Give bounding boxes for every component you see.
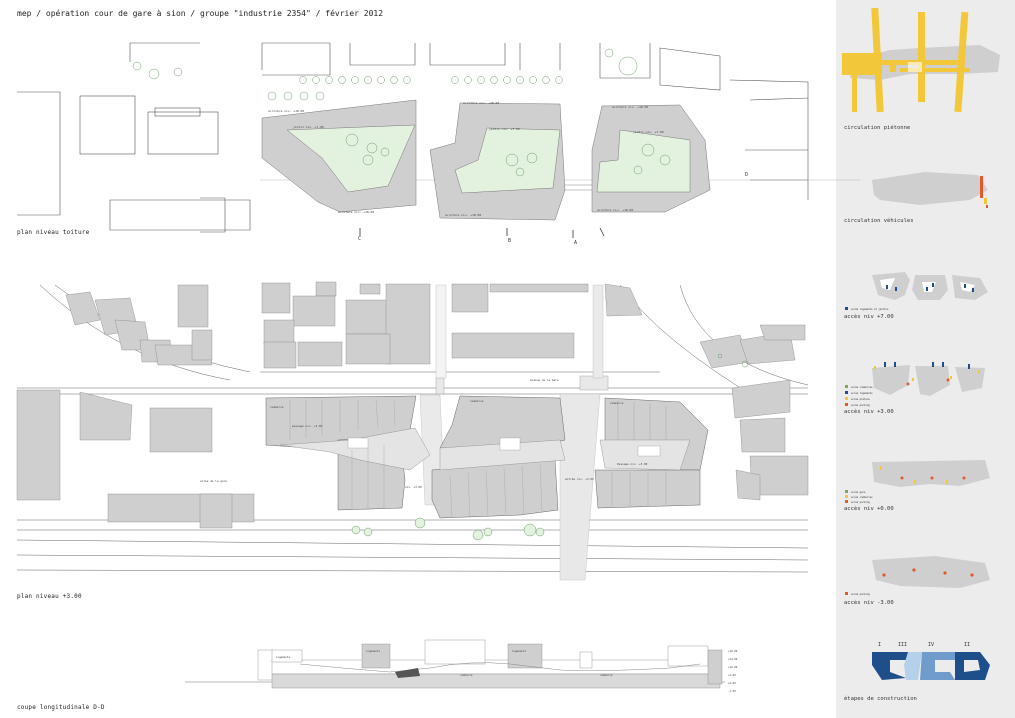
diagram-vehicles [872,172,988,208]
caption-level3-plan: plan niveau +3.00 [17,593,82,600]
svg-text:niv. +3.00: niv. +3.00 [405,485,422,489]
svg-text:acrotère niv. +18.00: acrotère niv. +18.00 [463,101,499,105]
svg-text:accès parking: accès parking [851,593,870,596]
svg-text:+0.00: +0.00 [728,681,736,685]
section-marker-d: D [745,172,748,178]
svg-text:+14.00: +14.00 [728,657,738,661]
caption-pedestrian: circulation piétonne [844,125,911,131]
caption-access-minus3: accès niv -3.00 [844,600,894,606]
svg-text:acrotère niv. +18.00: acrotère niv. +18.00 [445,213,481,217]
svg-text:Passage niv. +3.00: Passage niv. +3.00 [617,462,648,466]
svg-text:passage niv. +3.00: passage niv. +3.00 [292,424,323,428]
svg-text:commerce: commerce [460,674,473,677]
svg-text:acrotère niv. +18.00: acrotère niv. +18.00 [338,210,374,214]
section-dd: +18.00 +14.00 +10.00 +3.00 +0.00 -3.00 logem… [185,639,738,693]
svg-text:+18.00: +18.00 [728,649,738,653]
section-marker-b: B [508,238,511,244]
svg-text:-3.00: -3.00 [728,689,736,693]
stage-label-i: I [878,642,881,648]
section-marker-a: A [574,240,577,246]
site-plans-drawing: acrotère niv. +18.00 jardin niv. +7.00 a… [16,7,1000,693]
svg-text:commerce: commerce [270,405,284,409]
svg-text:accès parking: accès parking [851,501,870,504]
svg-text:Avenue de la Gare: Avenue de la Gare [530,378,559,382]
roof-buildings: acrotère niv. +18.00 jardin niv. +7.00 a… [261,99,748,246]
diagram-pedestrian [842,7,1000,113]
diagram-access-minus3: accès parking [845,556,990,596]
svg-text:+3.00: +3.00 [728,673,736,677]
diagram-access-3: accès commerces accès logements accès pi… [845,362,985,407]
diagram-access-0: accès gare accès commerces accès parking [845,460,990,504]
diagram-access-7: accès logements et jardins [845,272,988,311]
svg-text:jardin niv. +7.00: jardin niv. +7.00 [633,130,664,134]
section-marker-c: C [358,236,361,242]
svg-text:accès logements et jardins: accès logements et jardins [851,308,889,311]
svg-text:logements: logements [512,649,526,653]
svg-text:acrotère niv. +18.00: acrotère niv. +18.00 [612,105,648,109]
svg-text:allée de la gare: allée de la gare [200,479,227,483]
diagram-construction-stages [872,652,990,680]
svg-text:accès commerces: accès commerces [851,496,873,499]
stage-label-iv: IV [928,642,934,648]
caption-construction-stages: étapes de construction [844,696,917,702]
level3-plan: passage niv. +3.00 Avenue de la Gare all… [16,281,809,581]
svg-text:commerce: commerce [610,401,624,405]
caption-access-0: accès niv +0.00 [844,506,894,512]
svg-text:accès gare: accès gare [851,491,866,494]
stage-label-iii: III [898,642,907,648]
svg-text:accès logements: accès logements [851,392,873,395]
svg-text:acrotère niv. +18.00: acrotère niv. +18.00 [597,208,633,212]
caption-access-7: accès niv +7.00 [844,314,894,320]
svg-text:commerce: commerce [470,399,484,403]
caption-section: coupe longitudinale D-D [17,704,105,711]
svg-text:+10.00: +10.00 [728,665,738,669]
svg-text:commerce: commerce [600,674,613,677]
caption-access-3: accès niv +3.00 [844,409,894,415]
svg-text:jardin niv. +7.00: jardin niv. +7.00 [489,127,520,131]
caption-roof-plan: plan niveau toiture [17,229,90,236]
svg-text:accès parking: accès parking [851,404,870,407]
stage-label-ii: II [964,642,970,648]
caption-vehicles: circulation véhicules [844,218,914,224]
svg-text:jardin niv. +7.00: jardin niv. +7.00 [293,125,324,129]
svg-text:logements: logements [276,655,290,659]
svg-text:logements: logements [366,649,380,653]
svg-text:accès commerces: accès commerces [851,386,873,389]
svg-text:accès piétons: accès piétons [851,398,870,401]
svg-text:acrotère niv. +18.00: acrotère niv. +18.00 [268,109,304,113]
svg-text:entrée niv. +3.00: entrée niv. +3.00 [565,477,594,481]
